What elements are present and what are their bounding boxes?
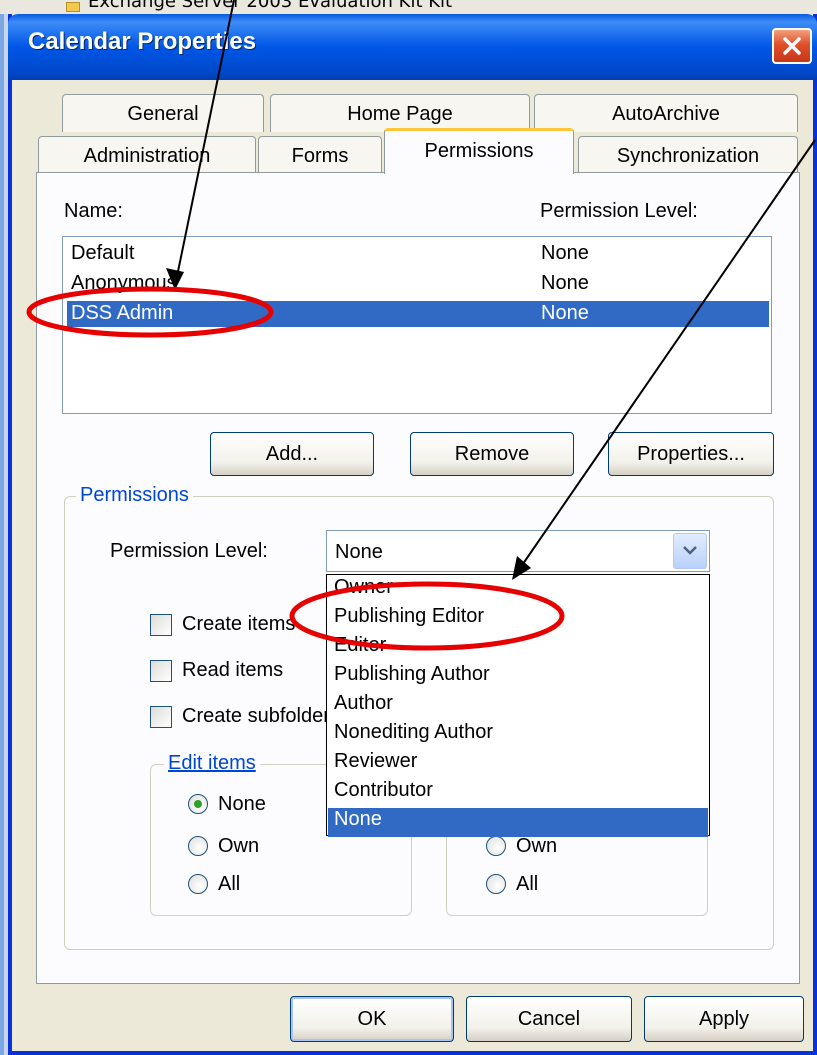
edit-items-none-radio[interactable] [188, 794, 208, 814]
permission-level-column-header: Permission Level: [540, 200, 698, 222]
dropdown-option-publishing-editor[interactable]: Publishing Editor [328, 605, 708, 634]
dropdown-option-editor[interactable]: Editor [328, 634, 708, 663]
close-button[interactable] [772, 28, 812, 64]
edit-items-none-label: None [218, 793, 266, 815]
tab-permissions[interactable]: Permissions [384, 128, 574, 174]
list-item-level: None [541, 272, 589, 294]
permission-level-select[interactable]: None [326, 530, 710, 572]
delete-items-own-radio[interactable] [486, 836, 506, 856]
permissions-group-legend: Permissions [76, 484, 193, 507]
list-item-name: DSS Admin [71, 302, 174, 324]
tab-synchronization[interactable]: Synchronization [578, 136, 798, 174]
delete-items-all-radio[interactable] [486, 874, 506, 894]
permission-level-value: None [335, 541, 383, 563]
close-icon [783, 37, 801, 55]
edit-items-own-label: Own [218, 835, 260, 857]
read-items-label: Read items [182, 659, 284, 681]
create-subfolders-label: Create subfolders [182, 705, 326, 727]
background-window-title: Exchange Server 2003 Evaluation Kit Kit [88, 0, 453, 12]
tab-forms[interactable]: Forms [258, 136, 382, 174]
dropdown-option-none[interactable]: None [328, 808, 708, 837]
properties-button[interactable]: Properties... [608, 432, 774, 476]
dropdown-arrow-button[interactable] [673, 533, 707, 569]
tab-autoarchive[interactable]: AutoArchive [534, 94, 798, 132]
permission-level-label: Permission Level: [110, 540, 268, 562]
create-items-checkbox[interactable] [150, 614, 172, 636]
dropdown-option-nonediting-author[interactable]: Nonediting Author [328, 721, 708, 750]
chevron-down-icon [683, 546, 697, 555]
edit-items-legend: Edit items [164, 752, 260, 775]
list-item-name: Anonymous [71, 272, 177, 294]
list-item-default[interactable]: Default None [67, 241, 769, 267]
edit-items-own-radio[interactable] [188, 836, 208, 856]
add-button[interactable]: Add... [210, 432, 374, 476]
dropdown-option-author[interactable]: Author [328, 692, 708, 721]
delete-items-own-label: Own [516, 835, 558, 857]
tab-administration[interactable]: Administration [38, 136, 256, 174]
tab-home-page[interactable]: Home Page [270, 94, 530, 132]
list-item-level: None [541, 302, 589, 324]
dropdown-option-publishing-author[interactable]: Publishing Author [328, 663, 708, 692]
ok-button[interactable]: OK [290, 996, 454, 1042]
folder-icon [66, 2, 80, 12]
remove-button[interactable]: Remove [410, 432, 574, 476]
dropdown-option-contributor[interactable]: Contributor [328, 779, 708, 808]
background-window-strip: Exchange Server 2003 Evaluation Kit Kit [0, 0, 817, 14]
list-item-dss-admin[interactable]: DSS Admin None [67, 301, 769, 327]
dropdown-option-owner[interactable]: Owner [328, 576, 708, 605]
tab-general[interactable]: General [62, 94, 264, 132]
dialog-title: Calendar Properties [28, 28, 257, 55]
list-item-level: None [541, 242, 589, 264]
permission-level-dropdown-list[interactable]: Owner Publishing Editor Editor Publishin… [326, 574, 710, 837]
edit-items-all-label: All [218, 873, 241, 895]
create-items-label: Create items [182, 613, 296, 635]
edit-items-all-radio[interactable] [188, 874, 208, 894]
dropdown-option-reviewer[interactable]: Reviewer [328, 750, 708, 779]
list-item-anonymous[interactable]: Anonymous None [67, 271, 769, 297]
create-subfolders-checkbox[interactable] [150, 706, 172, 728]
apply-button[interactable]: Apply [644, 996, 804, 1042]
list-item-name: Default [71, 242, 135, 264]
cancel-button[interactable]: Cancel [466, 996, 632, 1042]
name-column-header: Name: [64, 200, 123, 222]
permissions-user-list[interactable]: Default None Anonymous None DSS Admin No… [62, 236, 772, 414]
delete-items-all-label: All [516, 873, 539, 895]
read-items-checkbox[interactable] [150, 660, 172, 682]
